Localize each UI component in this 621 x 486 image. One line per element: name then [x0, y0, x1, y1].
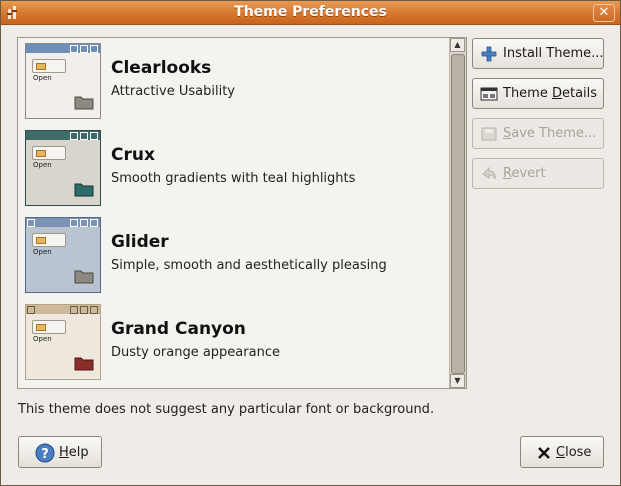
close-button[interactable]: Close [520, 436, 604, 468]
help-label: Help [59, 445, 89, 460]
plus-icon [481, 46, 497, 62]
scroll-up-arrow-icon[interactable]: ▲ [450, 38, 465, 52]
theme-name: Crux [111, 145, 155, 165]
help-icon: ? [35, 443, 55, 463]
theme-info-text: This theme does not suggest any particul… [18, 402, 435, 417]
theme-details-label: Theme Details [503, 86, 598, 101]
install-theme-button[interactable]: Install Theme... [472, 38, 604, 69]
revert-label: Revert [503, 166, 546, 181]
grand-canyon-thumbnail: Open [25, 304, 101, 380]
scrollbar-thumb[interactable] [451, 54, 465, 374]
scroll-down-arrow-icon[interactable]: ▼ [450, 374, 465, 388]
close-x-icon [538, 447, 550, 459]
svg-text:?: ? [41, 447, 49, 462]
theme-preferences-window: Theme Preferences ✕ Open Clearlooks Attr… [0, 0, 621, 486]
revert-button[interactable]: Revert [472, 158, 604, 189]
theme-description: Attractive Usability [111, 84, 235, 99]
close-label: Close [556, 445, 592, 460]
theme-name: Glider [111, 232, 169, 252]
save-icon [481, 127, 497, 141]
theme-description: Smooth gradients with teal highlights [111, 171, 356, 186]
theme-name: Clearlooks [111, 58, 212, 78]
theme-name: Grand Canyon [111, 319, 246, 339]
theme-description: Simple, smooth and aesthetically pleasin… [111, 258, 387, 273]
folder-icon [74, 96, 94, 110]
folder-icon [74, 183, 94, 197]
theme-details-icon [480, 87, 498, 101]
glider-thumbnail: Open [25, 217, 101, 293]
theme-item-grand-canyon[interactable]: Open Grand Canyon Dusty orange appearanc… [18, 299, 448, 383]
theme-item-clearlooks[interactable]: Open Clearlooks Attractive Usability [18, 38, 448, 122]
theme-item-glider[interactable]: Open Glider Simple, smooth and aesthetic… [18, 212, 448, 296]
theme-list[interactable]: Open Clearlooks Attractive Usability Ope… [17, 37, 467, 389]
theme-description: Dusty orange appearance [111, 345, 280, 360]
window-close-icon[interactable]: ✕ [593, 4, 615, 22]
list-scrollbar[interactable]: ▲ ▼ [449, 38, 466, 388]
folder-icon [74, 270, 94, 284]
help-button[interactable]: ? Help [18, 436, 102, 468]
save-theme-label: Save Theme... [503, 126, 597, 141]
theme-item-crux[interactable]: Open Crux Smooth gradients with teal hig… [18, 125, 448, 209]
title-bar[interactable]: Theme Preferences ✕ [1, 1, 620, 25]
clearlooks-thumbnail: Open [25, 43, 101, 119]
crux-thumbnail: Open [25, 130, 101, 206]
folder-icon [74, 357, 94, 371]
save-theme-button[interactable]: Save Theme... [472, 118, 604, 149]
theme-details-button[interactable]: Theme Details [472, 78, 604, 109]
window-title: Theme Preferences [234, 4, 387, 20]
install-theme-label: Install Theme... [503, 46, 604, 61]
revert-icon [482, 166, 496, 180]
